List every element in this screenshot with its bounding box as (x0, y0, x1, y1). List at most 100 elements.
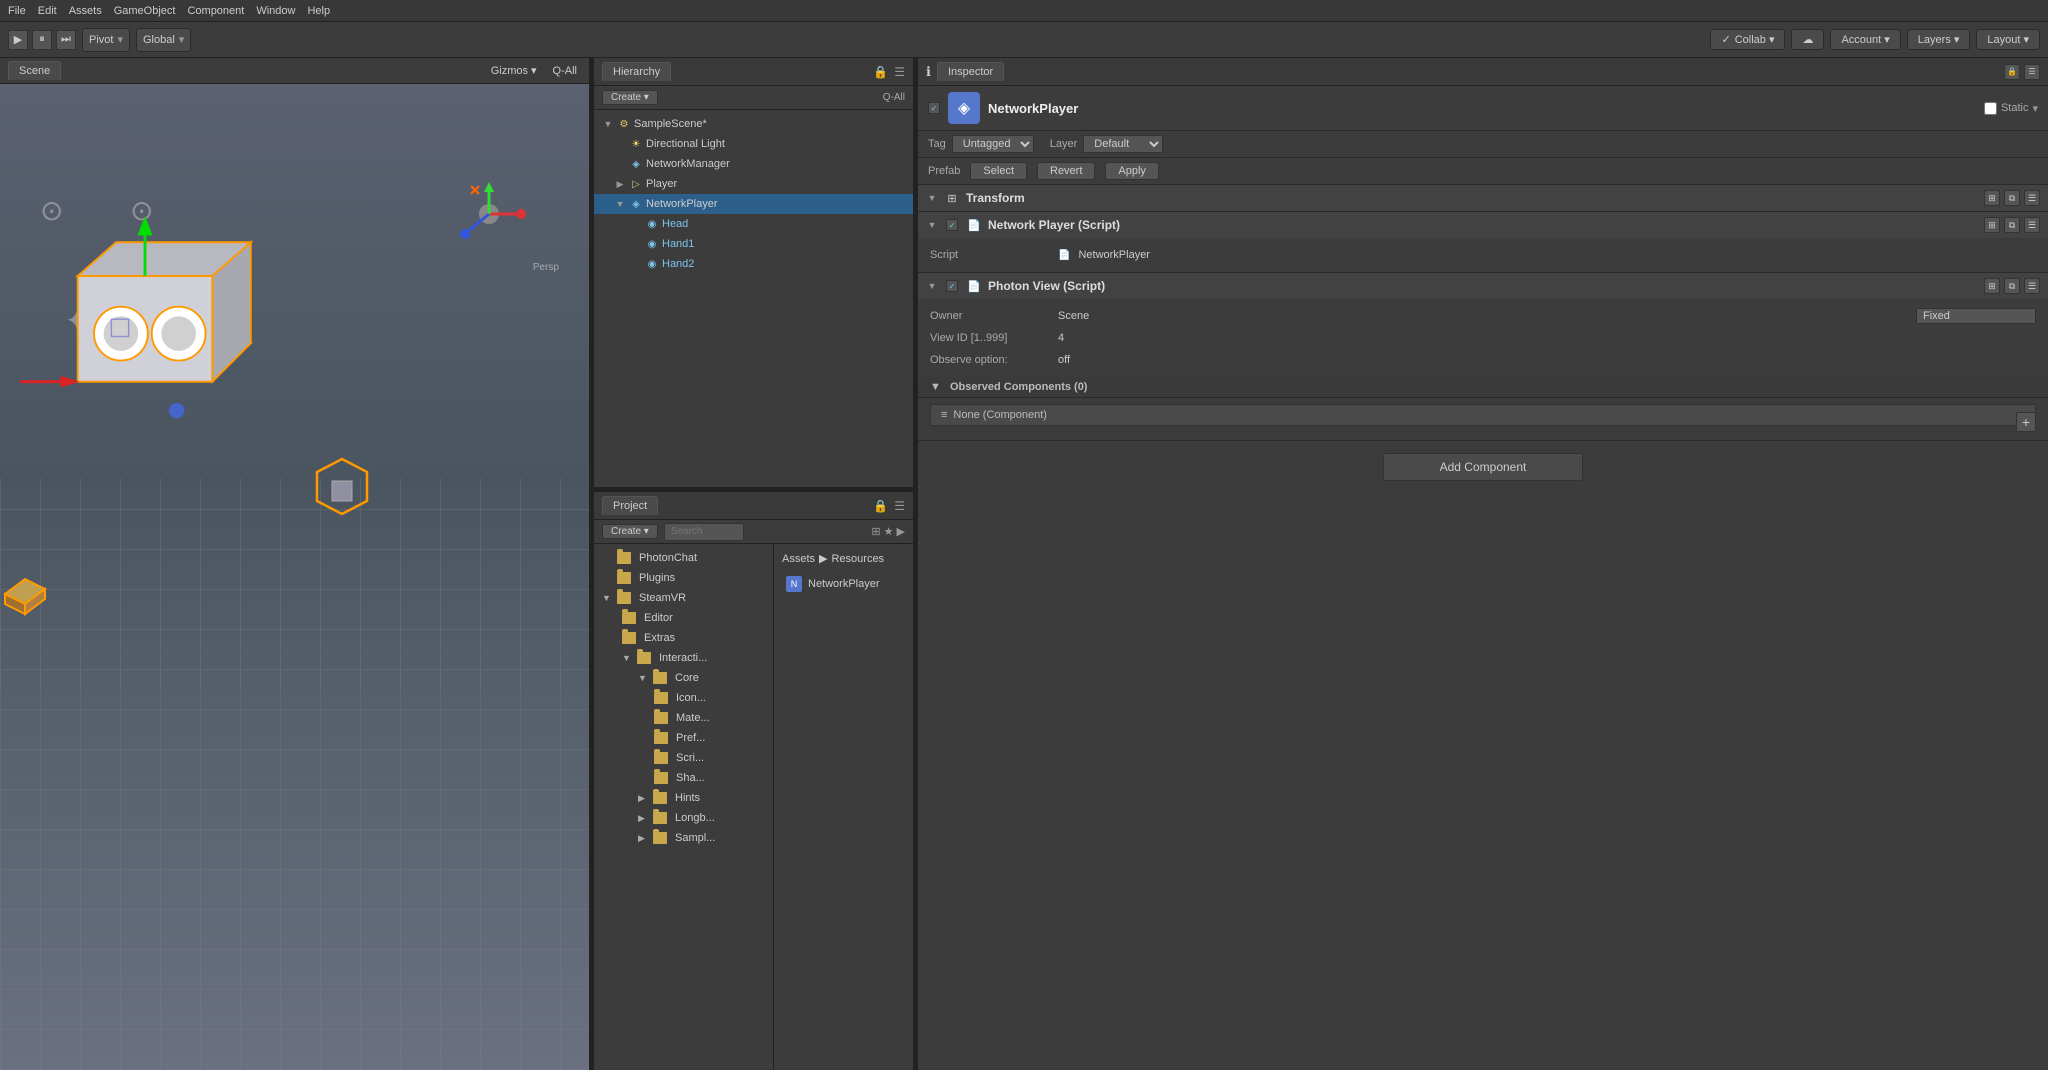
step-button[interactable]: ⏭ (56, 30, 76, 50)
scene-canvas[interactable]: ⊙ ⊙ ✦ (0, 84, 589, 1070)
add-component-button[interactable]: Add Component (1383, 453, 1583, 481)
gizmos-button[interactable]: Gizmos ▾ (487, 62, 541, 79)
collapse-observed[interactable]: ▼ (930, 381, 941, 393)
apply-button[interactable]: Apply (1105, 162, 1159, 180)
project-tree-steamvr[interactable]: ▼ SteamVR (594, 588, 773, 608)
breadcrumb-assets[interactable]: Assets (782, 553, 815, 565)
np-action-1[interactable]: ⊞ (1984, 217, 2000, 233)
project-tree-prefabs[interactable]: Pref... (594, 728, 773, 748)
scene-expand-icon: ▼ (602, 118, 614, 130)
global-label[interactable]: Global (143, 34, 175, 46)
pv-action-1[interactable]: ⊞ (1984, 278, 2000, 294)
hierarchy-panel: Hierarchy 🔒 ☰ Create ▾ Q-All ▼ ⚙ SampleS… (594, 58, 913, 488)
none-component-row: ≡ None (Component) (930, 404, 2036, 426)
hierarchy-tab[interactable]: Hierarchy (602, 62, 671, 81)
static-dropdown-icon[interactable]: ▾ (2032, 102, 2038, 115)
project-tree-plugins[interactable]: Plugins (594, 568, 773, 588)
inspector-tab[interactable]: Inspector (937, 62, 1004, 81)
project-tree-scripts[interactable]: Scri... (594, 748, 773, 768)
play-button[interactable]: ▶ (8, 30, 28, 50)
plugins-label: Plugins (639, 572, 675, 584)
hierarchy-item-network-manager[interactable]: ◈ NetworkManager (594, 154, 913, 174)
pv-action-3[interactable]: ☰ (2024, 278, 2040, 294)
project-tree-materials[interactable]: Mate... (594, 708, 773, 728)
pause-button[interactable]: ⏸ (32, 30, 52, 50)
prefab-label: Prefab (928, 165, 960, 177)
hierarchy-menu-icon[interactable]: ☰ (894, 65, 905, 79)
project-tree-photonchat[interactable]: PhotonChat (594, 548, 773, 568)
np-action-3[interactable]: ☰ (2024, 217, 2040, 233)
menu-assets[interactable]: Assets (69, 5, 102, 17)
layout-button[interactable]: Layout ▾ (1976, 29, 2040, 50)
project-tree-samples[interactable]: ▶ Sampl... (594, 828, 773, 848)
hierarchy-item-hand1[interactable]: ◉ Hand1 (594, 234, 913, 254)
menu-help[interactable]: Help (307, 5, 330, 17)
tag-select[interactable]: Untagged (952, 135, 1034, 153)
menu-window[interactable]: Window (256, 5, 295, 17)
network-manager-icon: ◈ (629, 157, 643, 171)
hierarchy-create-button[interactable]: Create ▾ (602, 90, 658, 105)
observe-value: off (1058, 354, 1070, 366)
inspector-menu-icon[interactable]: ☰ (2024, 64, 2040, 80)
layers-button[interactable]: Layers ▾ (1907, 29, 1971, 50)
project-menu-icon[interactable]: ☰ (894, 499, 905, 513)
hierarchy-item-head[interactable]: ◉ Head (594, 214, 913, 234)
project-lock-icon[interactable]: 🔒 (873, 499, 888, 513)
asset-network-player[interactable]: N NetworkPlayer (782, 573, 905, 595)
hierarchy-scene-root[interactable]: ▼ ⚙ SampleScene* (594, 114, 913, 134)
project-tree-extras[interactable]: Extras (594, 628, 773, 648)
project-tab[interactable]: Project (602, 496, 658, 515)
project-tree-interacti[interactable]: ▼ Interacti... (594, 648, 773, 668)
collab-button[interactable]: ✓ Collab ▾ (1710, 29, 1785, 50)
inspector-icon: ℹ (926, 64, 931, 80)
static-checkbox[interactable] (1984, 102, 1997, 115)
project-create-button[interactable]: Create ▾ (602, 524, 658, 539)
viewid-field-row: View ID [1..999] 4 (930, 327, 2036, 349)
transform-action-2[interactable]: ⧉ (2004, 190, 2020, 206)
project-tree-shaders[interactable]: Sha... (594, 768, 773, 788)
menu-component[interactable]: Component (187, 5, 244, 17)
breadcrumb-resources[interactable]: Resources (831, 553, 884, 565)
project-tree-icons[interactable]: Icon... (594, 688, 773, 708)
layer-select[interactable]: Default (1083, 135, 1163, 153)
inspector-lock-icon[interactable]: 🔒 (2004, 64, 2020, 80)
samp-expand: ▶ (638, 833, 650, 844)
account-button[interactable]: Account ▾ (1830, 29, 1900, 50)
pv-header[interactable]: ▼ ✓ 📄 Photon View (Script) ⊞ ⧉ ☰ (918, 273, 2048, 299)
hierarchy-item-network-player[interactable]: ▼ ◈ NetworkPlayer (594, 194, 913, 214)
menu-gameobject[interactable]: GameObject (114, 5, 176, 17)
np-script-icon: 📄 (966, 217, 982, 233)
hierarchy-item-directional-light[interactable]: ☀ Directional Light (594, 134, 913, 154)
np-enable-checkbox[interactable]: ✓ (946, 219, 958, 231)
project-search-input[interactable] (664, 523, 744, 541)
scene-tab[interactable]: Scene (8, 61, 61, 80)
np-action-2[interactable]: ⧉ (2004, 217, 2020, 233)
transform-header[interactable]: ▼ ⊞ Transform ⊞ ⧉ ☰ (918, 185, 2048, 211)
pv-action-2[interactable]: ⧉ (2004, 278, 2020, 294)
hierarchy-lock-icon[interactable]: 🔒 (873, 65, 888, 79)
transform-action-1[interactable]: ⊞ (1984, 190, 2000, 206)
np-script-checkbox[interactable]: ✓ (944, 217, 960, 233)
pv-enable-checkbox[interactable]: ✓ (946, 280, 958, 292)
revert-button[interactable]: Revert (1037, 162, 1095, 180)
menu-edit[interactable]: Edit (38, 5, 57, 17)
menu-file[interactable]: File (8, 5, 26, 17)
np-script-header[interactable]: ▼ ✓ 📄 Network Player (Script) ⊞ ⧉ ☰ (918, 212, 2048, 238)
player-expand: ▶ (614, 178, 626, 190)
project-tree-longbow[interactable]: ▶ Longb... (594, 808, 773, 828)
pivot-label[interactable]: Pivot (89, 34, 113, 46)
hierarchy-item-player[interactable]: ▶ ▷ Player (594, 174, 913, 194)
project-tree-editor[interactable]: Editor (594, 608, 773, 628)
project-tree-core[interactable]: ▼ Core (594, 668, 773, 688)
breadcrumb-sep: ▶ (819, 552, 827, 565)
scene-root-icon: ⚙ (617, 117, 631, 131)
transform-action-3[interactable]: ☰ (2024, 190, 2040, 206)
hierarchy-item-hand2[interactable]: ◉ Hand2 (594, 254, 913, 274)
all-button[interactable]: Q-All (549, 63, 581, 79)
cloud-button[interactable]: ☁ (1791, 29, 1824, 50)
add-observed-button[interactable]: + (2016, 412, 2036, 432)
select-button[interactable]: Select (970, 162, 1027, 180)
project-tree-hints[interactable]: ▶ Hints (594, 788, 773, 808)
object-enable-checkbox[interactable]: ✓ (928, 102, 940, 114)
pv-checkbox[interactable]: ✓ (944, 278, 960, 294)
